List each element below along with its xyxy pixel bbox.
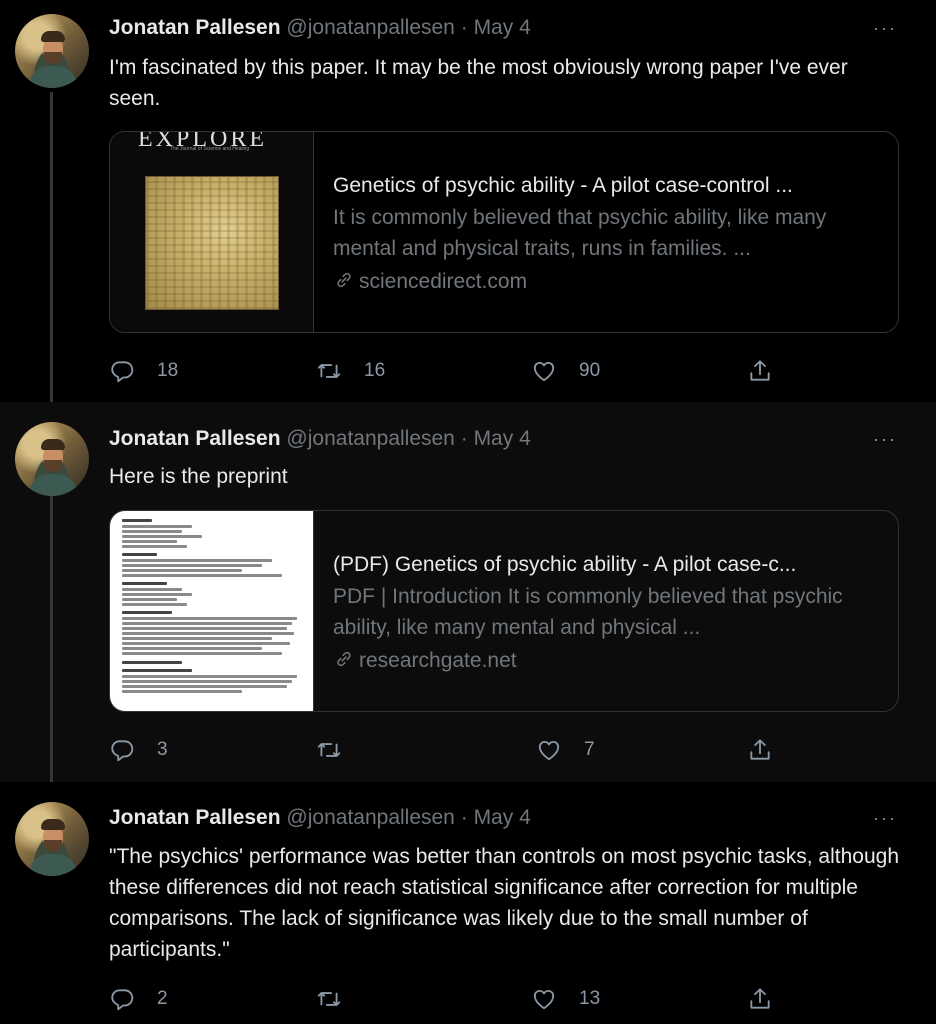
tweet[interactable]: Jonatan Pallesen @jonatanpallesen · May … bbox=[0, 402, 936, 782]
journal-tagline: The Journal of Science and Healing bbox=[170, 146, 250, 152]
separator: · bbox=[460, 806, 468, 829]
heart-icon bbox=[531, 358, 557, 384]
thread-line bbox=[50, 92, 53, 402]
tweet[interactable]: Jonatan Pallesen @jonatanpallesen · May … bbox=[0, 782, 936, 1024]
reply-count: 2 bbox=[157, 988, 168, 1009]
author-name[interactable]: Jonatan Pallesen bbox=[109, 16, 281, 39]
share-icon bbox=[747, 737, 773, 763]
card-description: It is commonly believed that psychic abi… bbox=[333, 206, 827, 260]
retweet-icon bbox=[316, 737, 342, 763]
like-count: 7 bbox=[584, 739, 595, 760]
card-domain-text: sciencedirect.com bbox=[359, 270, 528, 293]
heart-icon bbox=[536, 737, 562, 763]
link-card[interactable]: (PDF) Genetics of psychic ability - A pi… bbox=[109, 510, 899, 712]
tweet-actions: 2 13 bbox=[109, 986, 899, 1012]
card-title: (PDF) Genetics of psychic ability - A pi… bbox=[333, 553, 797, 576]
reply-icon bbox=[109, 986, 135, 1012]
like-count: 13 bbox=[579, 988, 601, 1009]
author-name[interactable]: Jonatan Pallesen bbox=[109, 806, 281, 829]
link-icon bbox=[333, 269, 355, 301]
tweet-actions: 18 16 90 bbox=[109, 358, 899, 384]
reply-icon bbox=[109, 358, 135, 384]
tweet[interactable]: Jonatan Pallesen @jonatanpallesen · May … bbox=[0, 0, 936, 402]
heart-icon bbox=[531, 986, 557, 1012]
avatar[interactable] bbox=[15, 422, 89, 496]
card-description: PDF | Introduction It is commonly believ… bbox=[333, 585, 843, 639]
tweet-text: I'm fascinated by this paper. It may be … bbox=[109, 56, 848, 110]
retweet-icon bbox=[316, 986, 342, 1012]
card-thumbnail: EXPLORE The Journal of Science and Heali… bbox=[110, 132, 314, 332]
card-domain: sciencedirect.com bbox=[333, 266, 878, 301]
tweet-header: Jonatan Pallesen @jonatanpallesen · May … bbox=[109, 425, 531, 453]
tweet-header: Jonatan Pallesen @jonatanpallesen · May … bbox=[109, 804, 531, 832]
reply-count: 3 bbox=[157, 739, 168, 760]
tweet-header: Jonatan Pallesen @jonatanpallesen · May … bbox=[109, 14, 531, 42]
author-name[interactable]: Jonatan Pallesen bbox=[109, 427, 281, 450]
thread-line bbox=[50, 492, 53, 782]
reply-icon bbox=[109, 737, 135, 763]
more-icon[interactable]: ··· bbox=[873, 18, 897, 38]
link-card[interactable]: EXPLORE The Journal of Science and Heali… bbox=[109, 131, 899, 333]
separator: · bbox=[460, 16, 468, 39]
like-count: 90 bbox=[579, 360, 601, 381]
reply-count: 18 bbox=[157, 360, 179, 381]
avatar[interactable] bbox=[15, 14, 89, 88]
author-handle[interactable]: @jonatanpallesen bbox=[286, 427, 454, 450]
more-icon[interactable]: ··· bbox=[873, 808, 897, 828]
tweet-actions: 3 7 bbox=[109, 737, 899, 763]
retweet-icon bbox=[316, 358, 342, 384]
card-title: Genetics of psychic ability - A pilot ca… bbox=[333, 174, 793, 197]
separator: · bbox=[460, 427, 468, 450]
tweet-date[interactable]: May 4 bbox=[474, 806, 531, 829]
avatar[interactable] bbox=[15, 802, 89, 876]
author-handle[interactable]: @jonatanpallesen bbox=[286, 16, 454, 39]
retweet-count: 16 bbox=[364, 360, 386, 381]
cover-artwork bbox=[145, 176, 279, 310]
card-domain-text: researchgate.net bbox=[359, 649, 517, 672]
more-icon[interactable]: ··· bbox=[873, 429, 897, 449]
share-icon bbox=[747, 358, 773, 384]
tweet-date[interactable]: May 4 bbox=[474, 427, 531, 450]
card-thumbnail bbox=[110, 511, 314, 711]
tweet-date[interactable]: May 4 bbox=[474, 16, 531, 39]
share-icon bbox=[747, 986, 773, 1012]
card-domain: researchgate.net bbox=[333, 645, 878, 680]
tweet-text: "The psychics' performance was better th… bbox=[109, 845, 900, 961]
author-handle[interactable]: @jonatanpallesen bbox=[286, 806, 454, 829]
tweet-text: Here is the preprint bbox=[109, 465, 288, 488]
link-icon bbox=[333, 648, 355, 680]
